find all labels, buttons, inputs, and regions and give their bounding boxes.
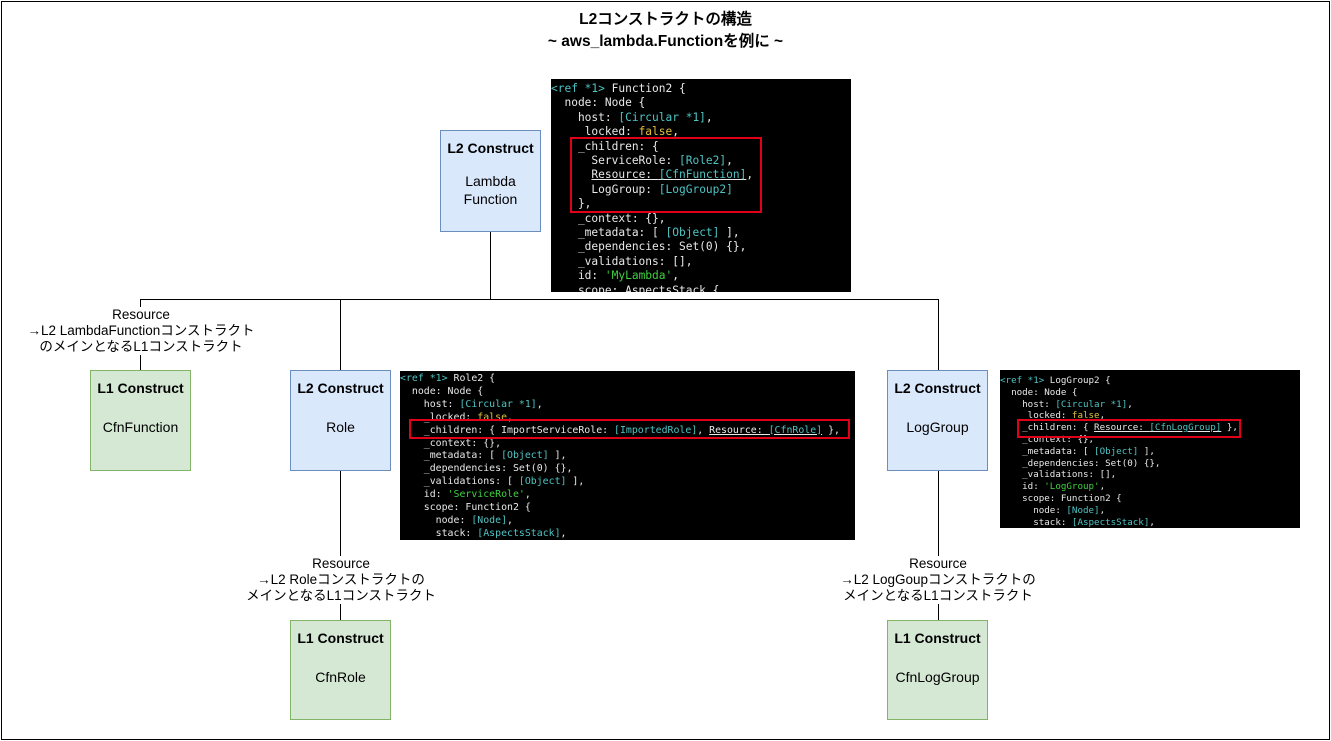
code-line: _dependencies: Set(0) {}, [400, 463, 573, 475]
code-line: _context: {}, [400, 437, 502, 449]
node-name: CfnLogGroup [895, 669, 980, 685]
code-line: <ref *1> LogGroup2 { [1000, 375, 1111, 386]
code-line: node: Node { [1000, 386, 1078, 398]
edge-label-line: →L2 Roleコンストラクトの [257, 572, 425, 587]
code-line: _validations: [], [1000, 469, 1117, 481]
code-line: id: 'LogGroup', [1000, 481, 1106, 493]
cfn-function-node: L1 Construct CfnFunction [90, 370, 191, 471]
code-line: _validations: [ [Object] ], [400, 476, 585, 488]
node-kind: L2 Construct [297, 380, 384, 396]
code-line: _dependencies: Set(0) {}, [551, 240, 747, 254]
node-kind: L2 Construct [447, 140, 534, 156]
node-name: LogGroup [906, 419, 969, 435]
edge-label-line: Resource [909, 556, 967, 571]
code-line: scope: AspectsStack { [551, 283, 720, 292]
code-line: _context: {}, [551, 211, 666, 225]
edge-label-line: メインとなるL1コンストラクト [843, 588, 1033, 603]
lambda-function-node: L2 Construct Lambda Function [440, 130, 541, 232]
node-kind: L1 Construct [894, 630, 981, 646]
code-line: _validations: [], [551, 254, 693, 268]
code-line: scope: Function2 { [1000, 492, 1122, 504]
code-line: _metadata: [ [Object] ], [1000, 445, 1155, 457]
code-line: <ref *1> Role2 { [400, 373, 496, 384]
edge-label-line: のメインとなるL1コンストラクト [39, 339, 243, 354]
code-line: node: [Node], [400, 514, 513, 526]
code-line: host: [Circular *1], [400, 398, 543, 410]
log-group-node: L2 Construct LogGroup [887, 370, 988, 471]
code-line: _dependencies: Set(0) {}, [1000, 457, 1161, 469]
edge-label-line: Resource [112, 307, 170, 322]
cfn-log-group-node: L1 Construct CfnLogGroup [887, 620, 988, 720]
node-name-line: Lambda [465, 173, 516, 189]
code-line: _metadata: [ [Object] ], [400, 450, 567, 462]
code-line: node: Node { [551, 96, 646, 110]
edge-label-line: →L2 LogGoupコンストラクトの [840, 572, 1036, 587]
code-panel-role: <ref *1> Role2 { node: Node { host: [Cir… [400, 371, 855, 540]
node-name: CfnRole [315, 669, 366, 685]
code-line: stack: [AspectsStack], [1000, 516, 1155, 528]
code-panel-log-group: <ref *1> LogGroup2 { node: Node { host: … [1000, 370, 1300, 528]
code-line: _metadata: [ [Object] ], [551, 226, 740, 240]
highlight-function-children [570, 137, 762, 213]
node-name: Role [326, 419, 355, 435]
node-name: Lambda Function [441, 172, 540, 208]
code-line: node: [Node], [1000, 504, 1106, 516]
code-line: stack: [AspectsStack], [400, 527, 567, 539]
node-name: CfnFunction [102, 419, 179, 435]
code-line: <ref *1> Function2 { [551, 82, 686, 95]
role-node: L2 Construct Role [290, 370, 391, 471]
code-line: id: 'ServiceRole', [400, 489, 531, 501]
edge-label-loggroup-resource: Resource →L2 LogGoupコンストラクトの メインとなるL1コンス… [832, 556, 1044, 604]
node-kind: L1 Construct [97, 380, 184, 396]
node-name-line: Function [463, 191, 518, 207]
edge-label-role-resource: Resource →L2 Roleコンストラクトの メインとなるL1コンストラク… [236, 556, 446, 604]
edge-label-function-resource: Resource →L2 LambdaFunctionコンストラクト のメインと… [24, 307, 258, 355]
code-line: host: [Circular *1], [551, 110, 713, 124]
node-kind: L2 Construct [894, 380, 981, 396]
code-line: node: Node { [400, 385, 484, 397]
edge-label-line: Resource [312, 556, 370, 571]
cfn-role-node: L1 Construct CfnRole [290, 620, 391, 720]
node-kind: L1 Construct [297, 630, 384, 646]
code-line: scope: Function2 { [400, 502, 531, 514]
edge-label-line: メインとなるL1コンストラクト [246, 588, 436, 603]
code-line: id: 'MyLambda', [551, 269, 679, 283]
edge-label-line: →L2 LambdaFunctionコンストラクト [27, 323, 255, 338]
code-line: host: [Circular *1], [1000, 398, 1133, 410]
highlight-loggroup-children [1017, 419, 1241, 438]
highlight-role-children [409, 419, 850, 439]
